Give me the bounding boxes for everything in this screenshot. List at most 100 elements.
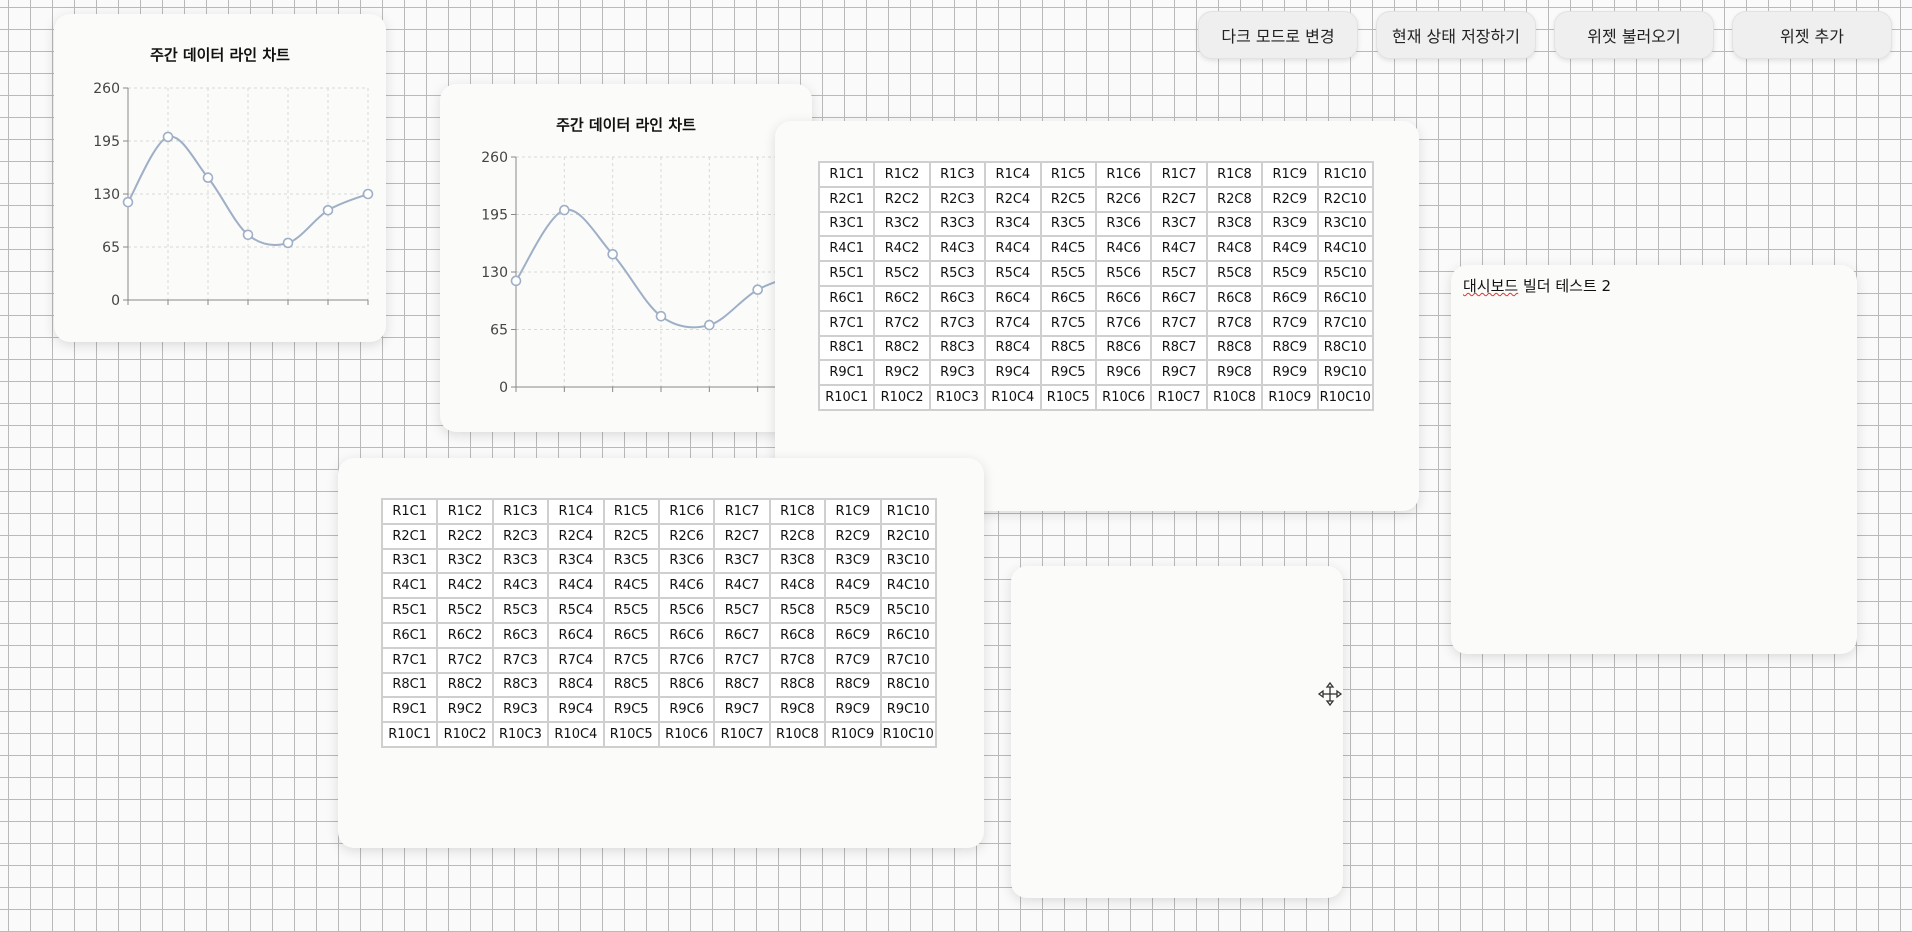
table-widget-1[interactable]: R1C1 R1C2 R1C3 R1C4 R1C5 R1C6 R1C7 R1C8 R1C9 R1C1… bbox=[775, 121, 1419, 511]
table-cell: R10C10 bbox=[1318, 386, 1372, 409]
table-cell: R3C10 bbox=[1318, 212, 1372, 236]
table-cell: R5C5 bbox=[604, 599, 658, 622]
text-note-widget[interactable]: 대시보드 빌더 테스트 2 bbox=[1451, 265, 1857, 654]
table-cell: R4C4 bbox=[986, 237, 1040, 261]
line-chart-widget-1[interactable]: 주간 데이터 라인 차트 0 65 130 195 260 bbox=[54, 14, 386, 342]
table-row: R7C1 R7C2 R7C3 R7C4 R7C5 R7C6 R7C7 R7C8 R7C9 R7C1… bbox=[820, 311, 1372, 335]
table-cell: R6C4 bbox=[986, 286, 1040, 310]
table-cell: R4C5 bbox=[1041, 237, 1095, 261]
table-cell: R8C9 bbox=[826, 673, 880, 697]
table-cell: R9C1 bbox=[383, 698, 437, 722]
table-row: R5C1 R5C2 R5C3 R5C4 R5C5 R5C6 R5C7 R5C8 R5C9 R5C1… bbox=[383, 599, 935, 622]
note-rest-text: 빌더 테스트 2 bbox=[1518, 277, 1612, 295]
table-cell: R6C4 bbox=[549, 623, 603, 647]
table-row: R2C1 R2C2 R2C3 R2C4 R2C5 R2C6 R2C7 R2C8 R2C9 R2C1… bbox=[383, 524, 935, 548]
table-cell: R6C3 bbox=[493, 623, 548, 647]
table-cell: R9C9 bbox=[826, 698, 880, 722]
table-cell: R7C5 bbox=[604, 648, 658, 672]
data-point bbox=[162, 131, 174, 143]
table-cell: R8C10 bbox=[881, 673, 935, 697]
table-cell: R9C5 bbox=[604, 698, 658, 722]
add-widget-button[interactable]: 위젯 추가 bbox=[1732, 11, 1892, 59]
save-state-button[interactable]: 현재 상태 저장하기 bbox=[1376, 11, 1536, 59]
table-cell: R7C1 bbox=[820, 311, 874, 335]
table-cell: R8C2 bbox=[438, 673, 492, 697]
table-cell: R10C1 bbox=[820, 386, 874, 409]
table-cell: R4C2 bbox=[875, 237, 929, 261]
table-cell: R1C2 bbox=[438, 500, 492, 523]
table-cell: R3C5 bbox=[1041, 212, 1095, 236]
table-cell: R5C10 bbox=[881, 599, 935, 622]
table-cell: R8C7 bbox=[715, 673, 769, 697]
table-cell: R3C1 bbox=[820, 212, 874, 236]
table-cell: R1C7 bbox=[1152, 163, 1206, 186]
table-cell: R8C10 bbox=[1318, 336, 1372, 360]
y-tick-label: 195 bbox=[93, 134, 120, 150]
y-tick-label: 0 bbox=[111, 293, 120, 309]
table-cell: R2C8 bbox=[1207, 187, 1262, 211]
table-cell: R4C9 bbox=[826, 574, 880, 598]
table-cell: R2C8 bbox=[770, 524, 825, 548]
data-point bbox=[202, 172, 214, 183]
table-cell: R5C8 bbox=[770, 599, 825, 622]
table-cell: R6C3 bbox=[930, 286, 985, 310]
table-cell: R1C10 bbox=[881, 500, 935, 523]
table-cell: R10C2 bbox=[438, 723, 492, 746]
table-cell: R9C1 bbox=[820, 361, 874, 385]
table-cell: R7C9 bbox=[826, 648, 880, 672]
table-cell: R3C4 bbox=[986, 212, 1040, 236]
table-cell: R5C4 bbox=[549, 599, 603, 622]
table-cell: R6C10 bbox=[881, 623, 935, 647]
table-cell: R8C1 bbox=[820, 336, 874, 360]
table-cell: R9C6 bbox=[659, 698, 714, 722]
table-cell: R8C4 bbox=[986, 336, 1040, 360]
table-cell: R9C10 bbox=[881, 698, 935, 722]
table-cell: R5C10 bbox=[1318, 262, 1372, 285]
table-cell: R4C1 bbox=[383, 574, 437, 598]
table-cell: R7C2 bbox=[875, 311, 929, 335]
table-cell: R7C6 bbox=[659, 648, 714, 672]
table-cell: R4C7 bbox=[715, 574, 769, 598]
table-cell: R6C1 bbox=[820, 286, 874, 310]
table-cell: R8C2 bbox=[875, 336, 929, 360]
table-cell: R8C6 bbox=[1096, 336, 1151, 360]
table-cell: R1C1 bbox=[383, 500, 437, 523]
table-row: R8C1 R8C2 R8C3 R8C4 R8C5 R8C6 R8C7 R8C8 R8C9 R8C1… bbox=[383, 673, 935, 697]
table-cell: R3C1 bbox=[383, 549, 437, 573]
table-cell: R3C3 bbox=[930, 212, 985, 236]
load-widgets-button[interactable]: 위젯 불러오기 bbox=[1554, 11, 1714, 59]
table-cell: R3C6 bbox=[1096, 212, 1151, 236]
table-cell: R6C7 bbox=[715, 623, 769, 647]
table-cell: R7C6 bbox=[1096, 311, 1151, 335]
note-text[interactable]: 대시보드 빌더 테스트 2 bbox=[1463, 275, 1611, 296]
table-cell: R4C6 bbox=[1096, 237, 1151, 261]
table-cell: R7C9 bbox=[1263, 311, 1317, 335]
table-cell: R1C8 bbox=[1207, 163, 1262, 186]
data-point bbox=[607, 249, 618, 260]
chart-plot: 0 65 130 195 260 bbox=[481, 150, 804, 396]
table-cell: R10C5 bbox=[604, 723, 658, 746]
data-point bbox=[704, 319, 715, 331]
dark-mode-button[interactable]: 다크 모드로 변경 bbox=[1198, 11, 1358, 59]
table-cell: R1C8 bbox=[770, 500, 825, 523]
table-cell: R2C5 bbox=[604, 524, 658, 548]
table-row: R2C1 R2C2 R2C3 R2C4 R2C5 R2C6 R2C7 R2C8 R2C9 R2C1… bbox=[820, 187, 1372, 211]
table-cell: R1C2 bbox=[875, 163, 929, 186]
table-cell: R5C7 bbox=[715, 599, 769, 622]
table-cell: R3C2 bbox=[438, 549, 492, 573]
empty-widget[interactable] bbox=[1011, 566, 1343, 898]
table-cell: R6C5 bbox=[1041, 286, 1095, 310]
table-widget-2[interactable]: R1C1 R1C2 R1C3 R1C4 R1C5 R1C6 R1C7 R1C8 R1C9 R1C1… bbox=[338, 458, 984, 848]
table-cell: R1C9 bbox=[826, 500, 880, 523]
table-cell: R5C1 bbox=[820, 262, 874, 285]
table-cell: R9C2 bbox=[875, 361, 929, 385]
table-cell: R4C8 bbox=[770, 574, 825, 598]
line-chart-widget-2[interactable]: 주간 데이터 라인 차트 0 65 130 195 260 bbox=[440, 84, 812, 432]
table-cell: R8C5 bbox=[604, 673, 658, 697]
data-point bbox=[242, 229, 254, 241]
data-point bbox=[322, 205, 334, 216]
table-cell: R6C6 bbox=[659, 623, 714, 647]
move-icon[interactable] bbox=[1317, 681, 1343, 707]
table-cell: R10C4 bbox=[986, 386, 1040, 409]
table-cell: R9C4 bbox=[549, 698, 603, 722]
